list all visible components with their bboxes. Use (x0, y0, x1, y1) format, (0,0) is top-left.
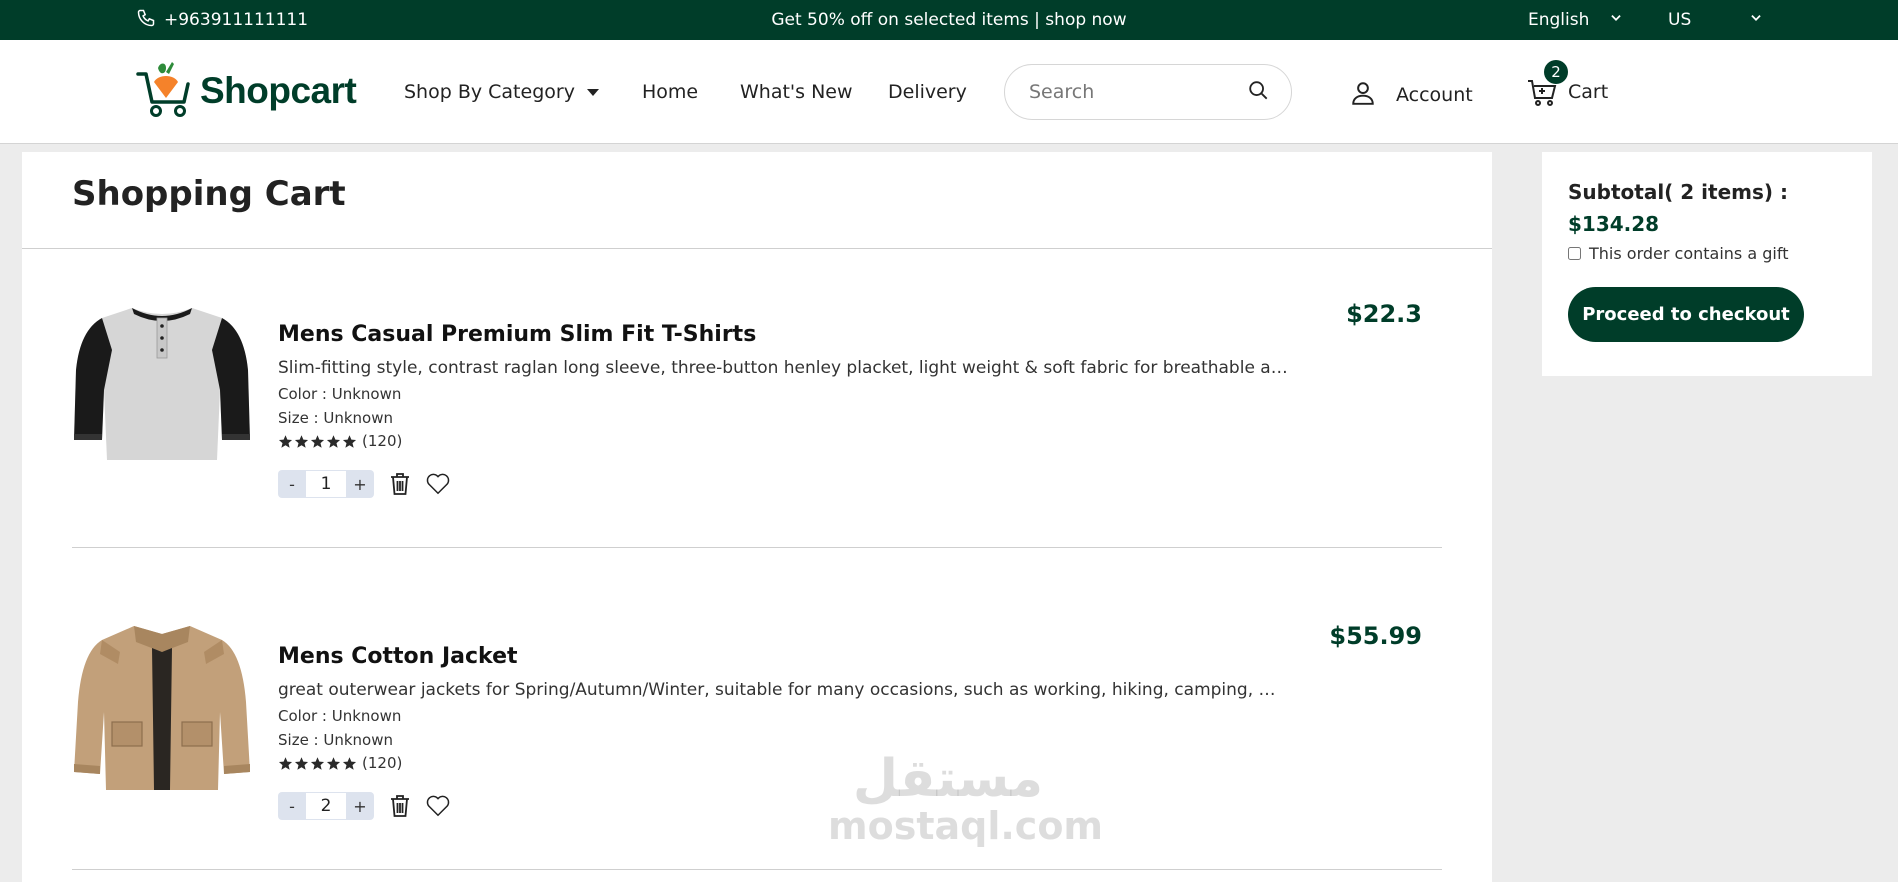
subtotal-amount: $134.28 (1568, 212, 1660, 236)
divider (22, 248, 1492, 249)
site-header: Shopcart Shop By Category Home What's Ne… (0, 40, 1898, 144)
star-icon (310, 756, 325, 770)
cart-item: Mens Cotton Jacket great outerwear jacke… (72, 572, 1442, 882)
divider (72, 547, 1442, 548)
item-name[interactable]: Mens Casual Premium Slim Fit T-Shirts (278, 322, 756, 347)
cart-count-badge: 2 (1544, 60, 1568, 84)
cart-link[interactable]: 2 Cart (1526, 40, 1608, 144)
promo-bar: +963911111111 Get 50% off on selected it… (0, 0, 1898, 40)
nav-shop-by-category[interactable]: Shop By Category (404, 40, 599, 144)
increase-quantity-button[interactable]: + (346, 792, 374, 820)
rating-count: (120) (362, 432, 403, 450)
chevron-down-icon (1609, 10, 1623, 30)
promo-message[interactable]: Get 50% off on selected items | shop now (771, 10, 1126, 30)
nav-delivery[interactable]: Delivery (888, 40, 967, 144)
cart-icon: 2 (1526, 60, 1568, 108)
caret-down-icon (586, 88, 599, 96)
tshirt-image[interactable] (72, 290, 252, 470)
page-title: Shopping Cart (72, 174, 346, 214)
item-rating: (120) (278, 432, 402, 450)
star-icon (278, 434, 293, 448)
item-description: Slim-fitting style, contrast raglan long… (278, 358, 1288, 378)
phone-contact[interactable]: +963911111111 (136, 0, 308, 40)
language-select[interactable]: English (1528, 0, 1623, 40)
star-rating (278, 434, 357, 449)
nav-home[interactable]: Home (642, 40, 698, 144)
region-select[interactable]: US (1668, 0, 1763, 40)
gift-option[interactable]: This order contains a gift (1568, 244, 1846, 263)
search-icon[interactable] (1247, 79, 1269, 105)
cart-label: Cart (1568, 81, 1609, 103)
quantity-value[interactable]: 2 (306, 792, 346, 820)
item-color: Color : Unknown (278, 707, 402, 725)
quantity-stepper: - 2 + (278, 792, 374, 820)
phone-icon (136, 8, 156, 33)
search-input[interactable] (1029, 81, 1247, 103)
item-size: Size : Unknown (278, 731, 394, 749)
gift-label: This order contains a gift (1589, 244, 1789, 263)
decrease-quantity-button[interactable]: - (278, 470, 306, 498)
chevron-down-icon (1749, 10, 1763, 30)
star-icon (294, 434, 309, 448)
star-icon (310, 434, 325, 448)
proceed-to-checkout-button[interactable]: Proceed to checkout (1568, 287, 1804, 342)
trash-icon[interactable] (388, 794, 412, 818)
heart-icon[interactable] (426, 794, 450, 818)
item-color: Color : Unknown (278, 385, 402, 403)
order-summary: Subtotal( 2 items) : $134.28 This order … (1542, 152, 1872, 376)
item-name[interactable]: Mens Cotton Jacket (278, 644, 518, 669)
user-icon (1350, 80, 1376, 111)
language-value: English (1528, 10, 1590, 30)
star-icon (326, 756, 341, 770)
item-rating: (120) (278, 754, 402, 772)
heart-icon[interactable] (426, 472, 450, 496)
star-rating (278, 756, 357, 771)
search-bar (1004, 64, 1292, 120)
gift-checkbox[interactable] (1568, 247, 1581, 260)
cart-logo-icon (136, 60, 192, 122)
star-icon (342, 434, 357, 448)
decrease-quantity-button[interactable]: - (278, 792, 306, 820)
item-controls: - 1 + (278, 470, 450, 498)
item-price: $55.99 (1329, 622, 1422, 650)
item-size: Size : Unknown (278, 409, 394, 427)
subtotal-label: Subtotal( 2 items) : (1568, 180, 1788, 204)
increase-quantity-button[interactable]: + (346, 470, 374, 498)
nav-category-label: Shop By Category (404, 81, 575, 103)
trash-icon[interactable] (388, 472, 412, 496)
quantity-stepper: - 1 + (278, 470, 374, 498)
region-value: US (1668, 10, 1692, 30)
item-price: $22.3 (1346, 300, 1422, 328)
rating-count: (120) (362, 754, 403, 772)
item-description: great outerwear jackets for Spring/Autum… (278, 680, 1288, 700)
shopping-cart-panel: Shopping Cart Mens Casual Premium Slim F… (22, 152, 1492, 882)
account-link[interactable]: Account (1350, 40, 1473, 144)
nav-whats-new[interactable]: What's New (740, 40, 853, 144)
jacket-image[interactable] (72, 612, 252, 792)
brand-logo[interactable]: Shopcart (136, 60, 357, 122)
star-icon (294, 756, 309, 770)
star-icon (278, 756, 293, 770)
star-icon (326, 434, 341, 448)
phone-number: +963911111111 (164, 10, 309, 30)
item-controls: - 2 + (278, 792, 450, 820)
brand-name: Shopcart (200, 70, 357, 111)
star-icon (342, 756, 357, 770)
quantity-value[interactable]: 1 (306, 470, 346, 498)
cart-item: Mens Casual Premium Slim Fit T-Shirts Sl… (72, 250, 1442, 570)
account-label: Account (1396, 84, 1473, 106)
divider (72, 869, 1442, 870)
